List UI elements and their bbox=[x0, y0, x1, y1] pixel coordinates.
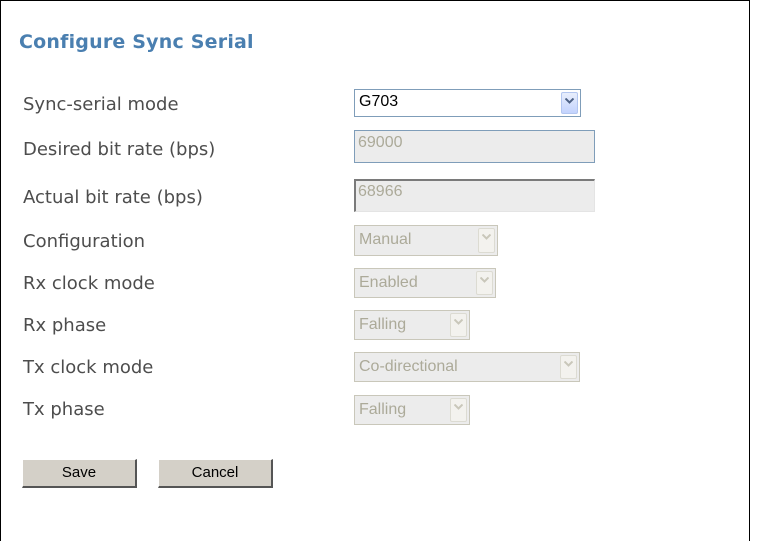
sync-serial-mode-select[interactable]: G703 bbox=[354, 89, 581, 117]
sync-serial-mode-label: Sync-serial mode bbox=[23, 94, 179, 115]
actual-bit-rate-label: Actual bit rate (bps) bbox=[23, 187, 203, 208]
configuration-select: Manual bbox=[354, 225, 498, 256]
configuration-label: Configuration bbox=[23, 231, 146, 252]
rx-clock-mode-select: Enabled bbox=[354, 268, 496, 298]
chevron-down-icon bbox=[478, 228, 495, 253]
tx-clock-mode-value: Co-directional bbox=[359, 358, 458, 375]
actual-bit-rate-input: 68966 bbox=[354, 179, 595, 212]
chevron-down-icon bbox=[560, 355, 577, 379]
cancel-button[interactable]: Cancel bbox=[158, 459, 273, 488]
desired-bit-rate-label: Desired bit rate (bps) bbox=[23, 139, 216, 160]
rx-phase-select: Falling bbox=[354, 310, 470, 340]
chevron-down-icon[interactable] bbox=[561, 92, 578, 114]
sync-serial-mode-value: G703 bbox=[359, 93, 399, 110]
configuration-value: Manual bbox=[359, 231, 412, 248]
save-button[interactable]: Save bbox=[22, 459, 137, 488]
chevron-down-icon bbox=[476, 271, 493, 295]
chevron-down-icon bbox=[450, 313, 467, 337]
tx-clock-mode-select: Co-directional bbox=[354, 352, 580, 382]
tx-phase-select: Falling bbox=[354, 395, 470, 425]
tx-phase-label: Tx phase bbox=[23, 399, 105, 420]
rx-phase-value: Falling bbox=[359, 316, 407, 333]
tx-clock-mode-label: Tx clock mode bbox=[23, 357, 154, 378]
rx-clock-mode-label: Rx clock mode bbox=[23, 273, 155, 294]
page-title: Configure Sync Serial bbox=[19, 31, 254, 53]
tx-phase-value: Falling bbox=[359, 401, 407, 418]
chevron-down-icon bbox=[450, 398, 467, 422]
rx-clock-mode-value: Enabled bbox=[359, 274, 418, 291]
rx-phase-label: Rx phase bbox=[23, 315, 107, 336]
desired-bit-rate-input[interactable]: 69000 bbox=[354, 130, 595, 163]
